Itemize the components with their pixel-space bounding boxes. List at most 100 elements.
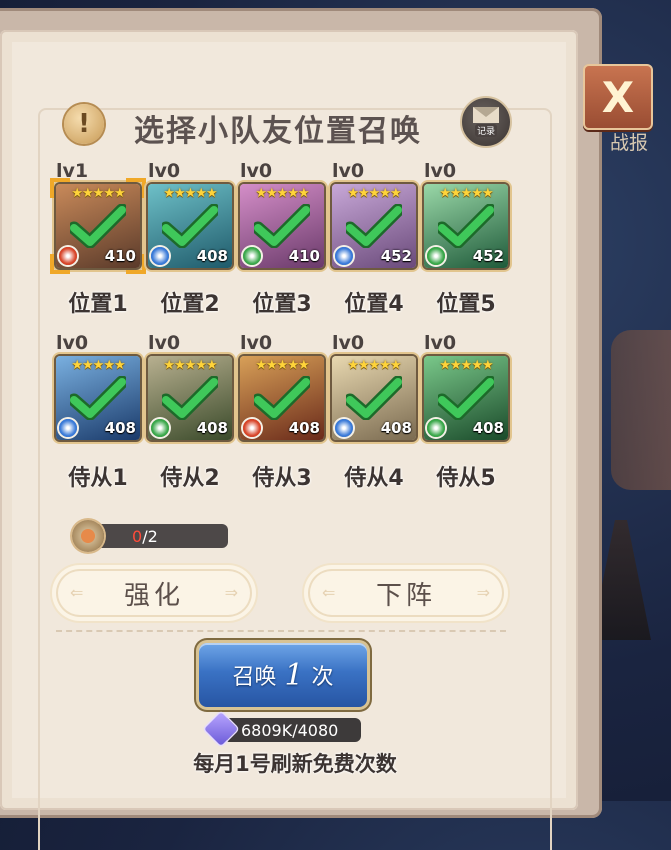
- power-value: 408: [380, 419, 412, 437]
- star-rating: ★★★★★: [347, 186, 401, 201]
- check-icon: [346, 204, 402, 248]
- slot-label: 侍从4: [344, 466, 404, 491]
- envelope-icon: [473, 107, 499, 123]
- divider: [56, 630, 506, 632]
- check-icon: [346, 376, 402, 420]
- battle-report-label[interactable]: 战报: [610, 128, 648, 155]
- level-label: lv0: [332, 160, 365, 182]
- summon-button[interactable]: 召唤 1 次: [199, 643, 367, 707]
- wind-element-icon: [427, 419, 445, 437]
- level-label: lv0: [148, 160, 181, 182]
- wind-element-icon: [243, 247, 261, 265]
- wind-element-icon: [427, 247, 445, 265]
- summon-label-prefix: 召唤: [232, 665, 277, 690]
- star-rating: ★★★★★: [163, 186, 217, 201]
- slot-label: 位置2: [160, 292, 220, 317]
- enhance-button-label: 强化: [123, 580, 184, 611]
- close-icon: X: [601, 72, 635, 122]
- summon-count: 1: [284, 657, 304, 693]
- star-rating: ★★★★★: [255, 186, 309, 201]
- star-rating: ★★★★★: [439, 186, 493, 201]
- summon-cost: 6809K/4080: [204, 712, 361, 746]
- check-icon: [254, 376, 310, 420]
- unequip-button[interactable]: ⇐ 下阵 ⇒: [304, 565, 508, 621]
- refresh-notice: 每月1号刷新免费次数: [193, 752, 397, 776]
- progress-text: 0/2: [132, 527, 158, 546]
- page-title: 选择小队友位置召唤: [134, 114, 422, 149]
- check-icon: [70, 376, 126, 420]
- hero-card[interactable]: ★★★★★ 452: [424, 184, 508, 268]
- power-value: 410: [104, 247, 136, 265]
- power-value: 452: [380, 247, 412, 265]
- power-value: 408: [196, 247, 228, 265]
- power-value: 410: [288, 247, 320, 265]
- hero-card[interactable]: ★★★★★ 408: [56, 356, 140, 440]
- level-label: lv0: [56, 332, 89, 354]
- arrow-right-icon: ⇒: [476, 583, 490, 602]
- ice-element-icon: [335, 247, 353, 265]
- wind-element-icon: [151, 419, 169, 437]
- level-label: lv0: [240, 332, 273, 354]
- ice-element-icon: [59, 419, 77, 437]
- fire-element-icon: [59, 247, 77, 265]
- cost-text: 6809K/4080: [241, 721, 339, 740]
- summon-label-suffix: 次: [311, 665, 334, 690]
- hero-card[interactable]: ★★★★★ 408: [240, 356, 324, 440]
- close-button[interactable]: X: [583, 64, 653, 130]
- slot-label: 侍从3: [252, 466, 312, 491]
- background-side-tab: [611, 330, 671, 490]
- fire-element-icon: [243, 419, 261, 437]
- check-icon: [438, 376, 494, 420]
- star-rating: ★★★★★: [163, 358, 217, 373]
- check-icon: [70, 204, 126, 248]
- slot-label: 位置4: [344, 292, 404, 317]
- hero-card[interactable]: ★★★★★ 452: [332, 184, 416, 268]
- level-label: lv0: [240, 160, 273, 182]
- slot-label: 位置3: [252, 292, 312, 317]
- power-value: 408: [196, 419, 228, 437]
- star-rating: ★★★★★: [71, 186, 125, 201]
- hero-card[interactable]: ★★★★★ 408: [148, 356, 232, 440]
- star-rating: ★★★★★: [439, 358, 493, 373]
- slot-label: 位置5: [436, 292, 496, 317]
- records-label: 记录: [474, 124, 497, 137]
- arrow-left-icon: ⇐: [70, 583, 84, 602]
- check-icon: [162, 376, 218, 420]
- check-icon: [254, 204, 310, 248]
- star-rating: ★★★★★: [71, 358, 125, 373]
- level-label: lv0: [424, 332, 457, 354]
- hero-card[interactable]: ★★★★★ 410: [56, 184, 140, 268]
- progress-bar: [96, 524, 228, 548]
- slot-label: 位置1: [68, 292, 128, 317]
- slot-label: 侍从1: [68, 466, 128, 491]
- info-icon[interactable]: !: [64, 104, 104, 144]
- power-value: 408: [472, 419, 504, 437]
- level-label: lv1: [56, 160, 89, 182]
- medal-icon: [72, 520, 104, 552]
- level-label: lv0: [148, 332, 181, 354]
- ice-element-icon: [151, 247, 169, 265]
- hero-card[interactable]: ★★★★★ 408: [148, 184, 232, 268]
- hero-card[interactable]: ★★★★★ 410: [240, 184, 324, 268]
- power-value: 408: [288, 419, 320, 437]
- records-button[interactable]: 记录: [460, 96, 512, 148]
- check-icon: [162, 204, 218, 248]
- level-label: lv0: [332, 332, 365, 354]
- level-label: lv0: [424, 160, 457, 182]
- star-rating: ★★★★★: [255, 358, 309, 373]
- power-value: 408: [104, 419, 136, 437]
- slot-label: 侍从5: [436, 466, 496, 491]
- arrow-left-icon: ⇐: [322, 583, 336, 602]
- slot-label: 侍从2: [160, 466, 220, 491]
- arrow-right-icon: ⇒: [224, 583, 238, 602]
- power-value: 452: [472, 247, 504, 265]
- star-rating: ★★★★★: [347, 358, 401, 373]
- hero-card[interactable]: ★★★★★ 408: [332, 356, 416, 440]
- hero-card[interactable]: ★★★★★ 408: [424, 356, 508, 440]
- enhance-button[interactable]: ⇐ 强化 ⇒: [52, 565, 256, 621]
- check-icon: [438, 204, 494, 248]
- enhance-progress: 0/2: [72, 520, 228, 552]
- unequip-button-label: 下阵: [375, 580, 436, 611]
- dialog-header: ! 选择小队友位置召唤 记录: [64, 96, 524, 150]
- ice-element-icon: [335, 419, 353, 437]
